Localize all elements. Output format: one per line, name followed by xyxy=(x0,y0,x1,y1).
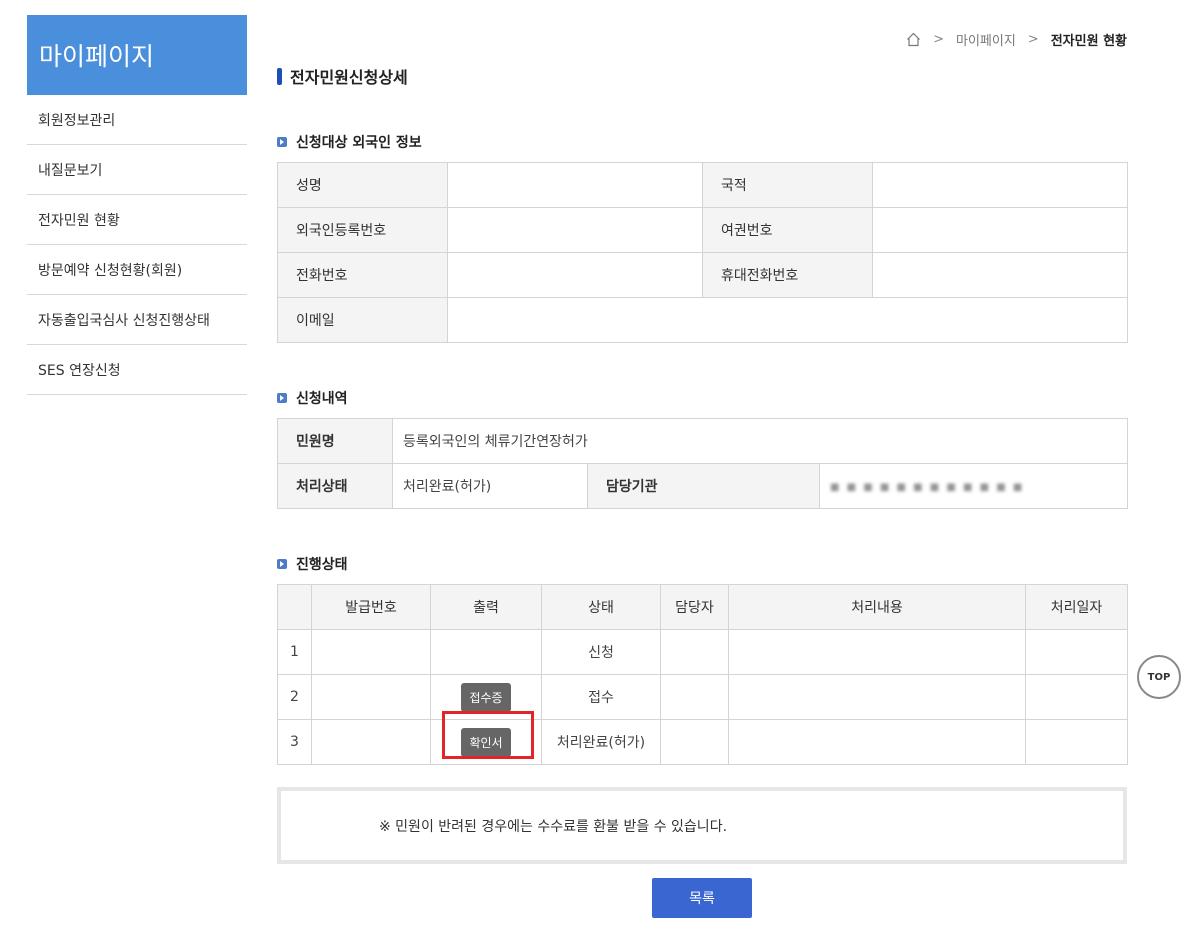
cell-process-content xyxy=(728,719,1026,765)
progress-table: 발급번호 출력 상태 담당자 처리내용 처리일자 1 신청 2 접수증 접수 3 xyxy=(277,584,1128,765)
cell-process-content xyxy=(728,674,1026,720)
scroll-top-button[interactable]: TOP xyxy=(1137,655,1181,699)
bullet-icon xyxy=(277,559,287,569)
chevron-right-icon: > xyxy=(933,32,944,47)
table-row: 성명 국적 xyxy=(277,162,1128,208)
section-title-progress: 진행상태 xyxy=(277,554,1127,574)
sidebar-item-e-civil-status[interactable]: 전자민원 현황 xyxy=(27,195,247,245)
section-title-text: 신청대상 외국인 정보 xyxy=(296,135,422,151)
bullet-icon xyxy=(277,393,287,403)
cell-manager xyxy=(660,674,729,720)
cell-issue-number xyxy=(311,629,431,675)
table-row: 민원명 등록외국인의 체류기간연장허가 xyxy=(277,418,1129,464)
home-icon[interactable] xyxy=(906,32,921,47)
value-agency-text: ■ ■ ■ ■ ■ ■ ■ ■ ■ ■ ■ ■ xyxy=(830,482,1025,493)
cell-status: 접수 xyxy=(541,674,661,720)
table-row: 외국인등록번호 여권번호 xyxy=(277,207,1128,253)
table-row: 이메일 xyxy=(277,297,1128,343)
label-nationality: 국적 xyxy=(702,162,873,208)
value-nationality xyxy=(872,162,1128,208)
value-email xyxy=(447,297,1128,343)
cell-process-date xyxy=(1025,674,1128,720)
sidebar-item-visit-reservation[interactable]: 방문예약 신청현황(회원) xyxy=(27,245,247,295)
label-agency: 담당기관 xyxy=(587,463,820,509)
label-phone: 전화번호 xyxy=(277,252,448,298)
cell-manager xyxy=(660,629,729,675)
table-row: 1 신청 xyxy=(277,629,1128,675)
sidebar-item-auto-immigration[interactable]: 자동출입국심사 신청진행상태 xyxy=(27,295,247,345)
cell-manager xyxy=(660,719,729,765)
section-title-text: 진행상태 xyxy=(296,557,348,573)
value-mobile xyxy=(872,252,1128,298)
sidebar: 마이페이지 회원정보관리 내질문보기 전자민원 현황 방문예약 신청현황(회원)… xyxy=(27,15,247,395)
cell-num: 3 xyxy=(277,719,312,765)
receipt-button[interactable]: 접수증 xyxy=(461,682,511,712)
sidebar-item-ses-extension[interactable]: SES 연장신청 xyxy=(27,345,247,395)
sidebar-menu: 회원정보관리 내질문보기 전자민원 현황 방문예약 신청현황(회원) 자동출입국… xyxy=(27,95,247,395)
section-title-request: 신청내역 xyxy=(277,388,1127,408)
table-row: 전화번호 휴대전화번호 xyxy=(277,252,1128,298)
table-row: 처리상태 처리완료(허가) 담당기관 ■ ■ ■ ■ ■ ■ ■ ■ ■ ■ ■… xyxy=(277,463,1129,509)
breadcrumb-current: 전자민원 현황 xyxy=(1050,34,1127,49)
col-header-num xyxy=(277,584,312,630)
cell-print xyxy=(430,629,542,675)
col-header-issue-number: 발급번호 xyxy=(311,584,431,630)
notice-text: ※ 민원이 반려된 경우에는 수수료를 환불 받을 수 있습니다. xyxy=(379,818,728,835)
sidebar-item-my-questions[interactable]: 내질문보기 xyxy=(27,145,247,195)
value-name xyxy=(447,162,703,208)
label-email: 이메일 xyxy=(277,297,448,343)
section-title-text: 신청내역 xyxy=(296,391,348,407)
value-reg-number xyxy=(447,207,703,253)
cell-issue-number xyxy=(311,674,431,720)
col-header-print: 출력 xyxy=(430,584,542,630)
highlight-box xyxy=(442,711,534,759)
cell-process-content xyxy=(728,629,1026,675)
page-title-text: 전자민원신청상세 xyxy=(290,68,408,87)
main-content: 전자민원신청상세 신청대상 외국인 정보 성명 국적 외국인등록번호 여권번호 … xyxy=(277,60,1129,864)
cell-num: 2 xyxy=(277,674,312,720)
cell-status: 처리완료(허가) xyxy=(541,719,661,765)
value-passport xyxy=(872,207,1128,253)
cell-status: 신청 xyxy=(541,629,661,675)
section-title-foreigner: 신청대상 외국인 정보 xyxy=(277,132,1127,152)
value-civil-name: 등록외국인의 체류기간연장허가 xyxy=(391,418,1129,464)
value-phone xyxy=(447,252,703,298)
cell-issue-number xyxy=(311,719,431,765)
cell-num: 1 xyxy=(277,629,312,675)
table-row: 2 접수증 접수 xyxy=(277,674,1128,720)
col-header-manager: 담당자 xyxy=(660,584,729,630)
label-status: 처리상태 xyxy=(277,463,393,509)
breadcrumb: > 마이페이지 > 전자민원 현황 xyxy=(906,30,1127,49)
table-header-row: 발급번호 출력 상태 담당자 처리내용 처리일자 xyxy=(277,584,1128,630)
col-header-process-date: 처리일자 xyxy=(1025,584,1128,630)
value-agency: ■ ■ ■ ■ ■ ■ ■ ■ ■ ■ ■ ■ xyxy=(818,463,1129,509)
value-status: 처리완료(허가) xyxy=(392,463,588,509)
title-bar xyxy=(277,67,282,85)
notice-box: ※ 민원이 반려된 경우에는 수수료를 환불 받을 수 있습니다. xyxy=(277,787,1127,864)
col-header-process-content: 처리내용 xyxy=(728,584,1026,630)
label-mobile: 휴대전화번호 xyxy=(702,252,873,298)
foreigner-info-table: 성명 국적 외국인등록번호 여권번호 전화번호 휴대전화번호 이메일 xyxy=(277,162,1128,343)
col-header-status: 상태 xyxy=(541,584,661,630)
request-table: 민원명 등록외국인의 체류기간연장허가 처리상태 처리완료(허가) 담당기관 ■… xyxy=(277,418,1129,509)
breadcrumb-mypage[interactable]: 마이페이지 xyxy=(956,30,1016,49)
sidebar-title: 마이페이지 xyxy=(27,15,247,95)
label-name: 성명 xyxy=(277,162,448,208)
label-reg-number: 외국인등록번호 xyxy=(277,207,448,253)
cell-process-date xyxy=(1025,629,1128,675)
label-civil-name: 민원명 xyxy=(277,418,393,464)
chevron-right-icon: > xyxy=(1027,32,1039,47)
bullet-icon xyxy=(277,137,287,147)
sidebar-item-member-info[interactable]: 회원정보관리 xyxy=(27,95,247,145)
table-row: 3 확인서 처리완료(허가) xyxy=(277,719,1128,765)
page-title: 전자민원신청상세 xyxy=(277,65,1127,87)
label-passport: 여권번호 xyxy=(702,207,873,253)
cell-process-date xyxy=(1025,719,1128,765)
list-button[interactable]: 목록 xyxy=(652,878,752,918)
